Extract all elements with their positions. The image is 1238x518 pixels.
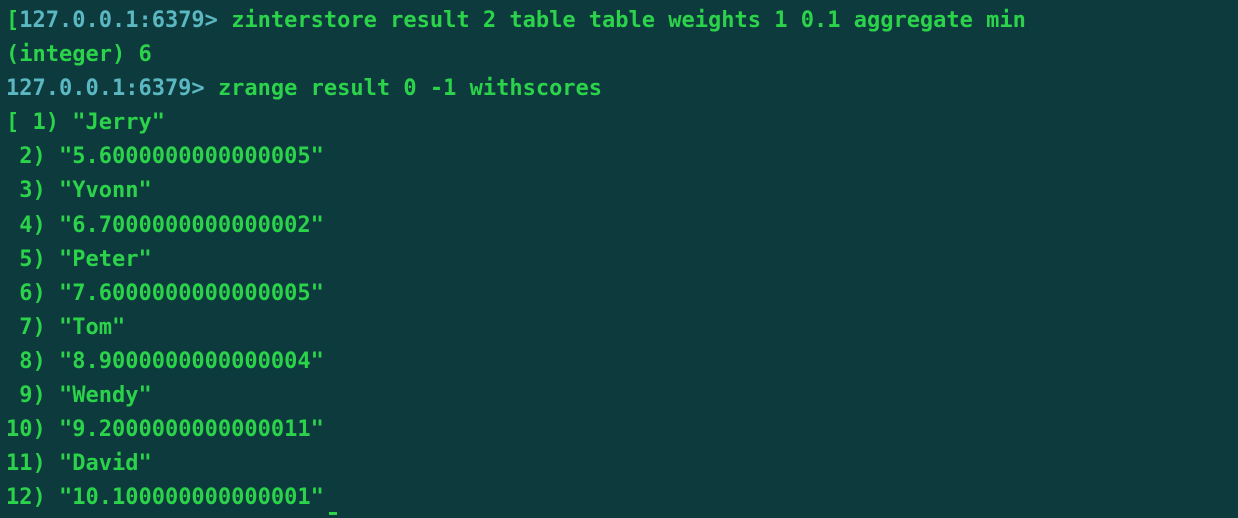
list-value: "Peter" bbox=[59, 247, 152, 272]
list-item: 8) "8.9000000000000004" bbox=[6, 345, 1232, 379]
paren: ) bbox=[32, 247, 45, 272]
bracket-open: [ bbox=[6, 110, 19, 135]
cursor bbox=[329, 486, 337, 515]
list-index: 9 bbox=[6, 379, 32, 413]
list-item: 4) "6.7000000000000002" bbox=[6, 209, 1232, 243]
list-item: 2) "5.6000000000000005" bbox=[6, 140, 1232, 174]
command-text: zrange result 0 -1 withscores bbox=[218, 76, 602, 101]
prompt: 127.0.0.1:6379> bbox=[19, 8, 218, 33]
list-item: [ 1) "Jerry" bbox=[6, 106, 1232, 140]
list-item: 11) "David" bbox=[6, 447, 1232, 481]
list-value: "10.100000000000001" bbox=[59, 485, 324, 510]
list-value: "Tom" bbox=[59, 315, 125, 340]
list-index: 1 bbox=[19, 106, 45, 140]
list-item: 5) "Peter" bbox=[6, 243, 1232, 277]
list-value: "7.6000000000000005" bbox=[59, 281, 324, 306]
list-value: "Wendy" bbox=[59, 383, 152, 408]
paren: ) bbox=[32, 451, 45, 476]
paren: ) bbox=[32, 485, 45, 510]
list-item: 9) "Wendy" bbox=[6, 379, 1232, 413]
list-index: 3 bbox=[6, 174, 32, 208]
list-index: 10 bbox=[6, 413, 32, 447]
list-value: "9.2000000000000011" bbox=[59, 417, 324, 442]
list-item: 3) "Yvonn" bbox=[6, 174, 1232, 208]
list-index: 12 bbox=[6, 481, 32, 515]
list-index: 4 bbox=[6, 209, 32, 243]
list-value: "Yvonn" bbox=[59, 178, 152, 203]
paren: ) bbox=[32, 417, 45, 442]
response-line: (integer) 6 bbox=[6, 38, 1232, 72]
list-value: "6.7000000000000002" bbox=[59, 213, 324, 238]
list-value: "5.6000000000000005" bbox=[59, 144, 324, 169]
paren: ) bbox=[32, 281, 45, 306]
bracket-open: [ bbox=[6, 8, 19, 33]
list-item: 6) "7.6000000000000005" bbox=[6, 277, 1232, 311]
paren: ) bbox=[32, 383, 45, 408]
list-value: "8.9000000000000004" bbox=[59, 349, 324, 374]
list-item: 7) "Tom" bbox=[6, 311, 1232, 345]
paren: ) bbox=[32, 349, 45, 374]
list-index: 7 bbox=[6, 311, 32, 345]
command-line-1: [127.0.0.1:6379> zinterstore result 2 ta… bbox=[6, 4, 1232, 38]
list-value: "Jerry" bbox=[72, 110, 165, 135]
list-index: 5 bbox=[6, 243, 32, 277]
paren: ) bbox=[32, 178, 45, 203]
prompt: 127.0.0.1:6379> bbox=[6, 76, 205, 101]
command-line-2: 127.0.0.1:6379> zrange result 0 -1 withs… bbox=[6, 72, 1232, 106]
list-index: 2 bbox=[6, 140, 32, 174]
list-index: 11 bbox=[6, 447, 32, 481]
list-item: 10) "9.2000000000000011" bbox=[6, 413, 1232, 447]
list-index: 8 bbox=[6, 345, 32, 379]
paren: ) bbox=[32, 213, 45, 238]
terminal-output: [127.0.0.1:6379> zinterstore result 2 ta… bbox=[6, 4, 1232, 515]
paren: ) bbox=[32, 144, 45, 169]
list-value: "David" bbox=[59, 451, 152, 476]
command-text: zinterstore result 2 table table weights… bbox=[231, 8, 1026, 33]
paren: ) bbox=[46, 110, 59, 135]
list-index: 6 bbox=[6, 277, 32, 311]
list-item: 12) "10.100000000000001" bbox=[6, 481, 1232, 515]
paren: ) bbox=[32, 315, 45, 340]
